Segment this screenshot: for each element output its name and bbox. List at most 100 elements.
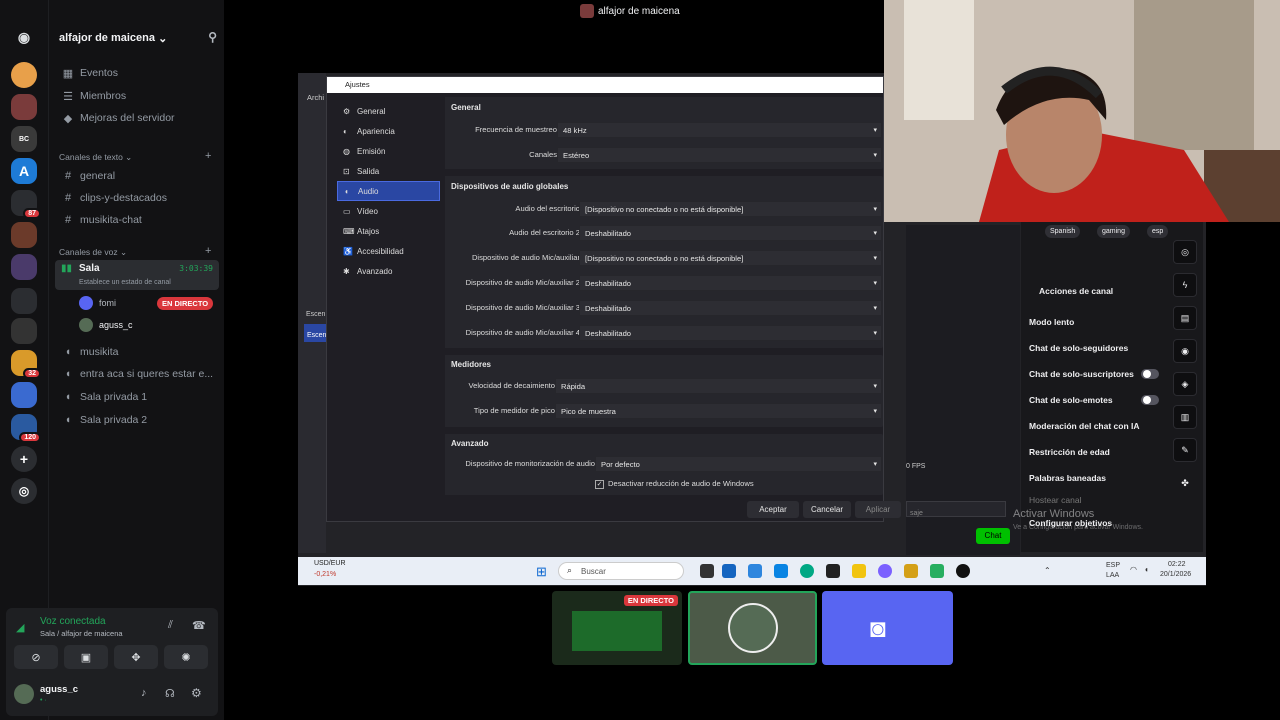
voice-location[interactable]: Sala / alfajor de maicena	[40, 629, 123, 638]
server-icon-2[interactable]	[11, 94, 37, 120]
chat-message-input[interactable]: saje	[906, 501, 1006, 517]
folder-icon[interactable]	[852, 564, 866, 578]
user-tile-aguss[interactable]	[688, 591, 817, 665]
nav-video[interactable]: ▭ Vídeo	[337, 201, 440, 221]
stream-thumbnail[interactable]: EN DIRECTO	[552, 591, 682, 665]
nav-appearance[interactable]: ◐ Apariencia	[337, 121, 440, 141]
mic-3-select[interactable]: Deshabilitado ▾	[579, 300, 882, 316]
volume-icon[interactable]: ◖	[1144, 565, 1149, 574]
server-icon-a[interactable]: A	[11, 158, 37, 184]
obs-icon[interactable]	[956, 564, 970, 578]
server-icon-6[interactable]	[11, 222, 37, 248]
server-icon-bcon[interactable]: BC	[11, 126, 37, 152]
tag-esp[interactable]: esp	[1147, 225, 1169, 238]
mic-4-select[interactable]: Deshabilitado ▾	[579, 325, 882, 341]
broadcast-icon[interactable]: ◈	[1173, 372, 1197, 396]
taskbar-app-8[interactable]	[878, 564, 892, 578]
taskbar-search[interactable]: ⌕ Buscar	[558, 562, 684, 580]
screen-share-button[interactable]: ▣	[64, 645, 108, 669]
discord-tile[interactable]: ◙	[822, 591, 953, 665]
mic-icon[interactable]: ♪	[141, 687, 147, 699]
nav-audio[interactable]: ◖ Audio	[337, 181, 440, 201]
nav-accessibility[interactable]: ♿ Accesibilidad	[337, 241, 440, 261]
action-banned-words[interactable]: Palabras baneadas	[1029, 473, 1106, 483]
server-header[interactable]: alfajor de maicena ⌄ ⚲	[49, 24, 225, 52]
action-emotes-only[interactable]: Chat de solo-emotes	[1029, 395, 1113, 405]
server-icon-9[interactable]	[11, 318, 37, 344]
taskbar-app-3[interactable]	[748, 564, 762, 578]
channel-musikita-chat[interactable]: # musikita-chat	[49, 209, 225, 231]
lang-indicator[interactable]: ESP	[1106, 562, 1120, 569]
notes-icon[interactable]: ▤	[1173, 306, 1197, 330]
taskbar-app-4[interactable]	[774, 564, 788, 578]
sample-rate-select[interactable]: 48 kHz ▾	[557, 122, 882, 138]
desktop-audio-2-select[interactable]: Deshabilitado ▾	[579, 225, 882, 241]
taskbar-app-2[interactable]	[722, 564, 736, 578]
action-subscribers-only[interactable]: Chat de solo-suscriptores	[1029, 369, 1134, 379]
add-voice-channel-icon[interactable]: +	[205, 245, 211, 257]
voice-channel-sala[interactable]: ▮▮ Sala 3:03:39 Establece un estado de c…	[55, 260, 219, 290]
soundboard-button[interactable]: ✺	[164, 645, 208, 669]
voice-user-fomi[interactable]: fomi	[79, 293, 116, 313]
edge-icon[interactable]	[800, 564, 814, 578]
windows-start-icon[interactable]: ⊞	[536, 564, 547, 580]
scene-item[interactable]: Escen	[304, 324, 326, 342]
taskbar-app-10[interactable]	[930, 564, 944, 578]
server-icon-10[interactable]: 32	[11, 350, 41, 379]
user-avatar[interactable]	[14, 684, 34, 704]
chat-bubble-icon[interactable]: ◉	[1173, 339, 1197, 363]
server-icon-7[interactable]	[11, 254, 37, 280]
nav-advanced[interactable]: ✱ Avanzado	[337, 261, 440, 281]
settings-gear-icon[interactable]: ⚙	[191, 686, 202, 700]
ducking-checkbox-row[interactable]: ✓ Desactivar reducción de audio de Window…	[595, 479, 754, 489]
checkbox-checked-icon[interactable]: ✓	[595, 480, 604, 489]
subscribers-only-toggle[interactable]	[1141, 369, 1159, 379]
channel-clips[interactable]: # clips-y-destacados	[49, 187, 225, 209]
explore-icon[interactable]: ◎	[11, 478, 37, 504]
chat-button[interactable]: Chat	[976, 528, 1010, 544]
taskbar-app-9[interactable]	[904, 564, 918, 578]
voice-channel-privada-2[interactable]: ◖ Sala privada 2	[49, 409, 225, 431]
panel-icon[interactable]: ▥	[1173, 405, 1197, 429]
server-icon-5[interactable]: 87	[11, 190, 41, 219]
decay-select[interactable]: Rápida ▾	[555, 378, 882, 394]
mic-select[interactable]: [Dispositivo no conectado o no está disp…	[579, 250, 882, 266]
voice-user-aguss[interactable]: aguss_c	[79, 315, 133, 335]
noise-suppression-icon[interactable]: ⫽	[168, 619, 173, 632]
desktop-audio-select[interactable]: [Dispositivo no conectado o no está disp…	[579, 201, 882, 217]
headphones-icon[interactable]: ☊	[165, 687, 175, 700]
channel-boosts[interactable]: ◆ Mejoras del servidor	[49, 107, 225, 129]
add-member-icon[interactable]: ⚲	[208, 30, 217, 44]
action-host[interactable]: Hostear canal	[1029, 495, 1081, 505]
voice-channel-privada-1[interactable]: ◖ Sala privada 1	[49, 386, 225, 408]
disconnect-icon[interactable]: ☎	[192, 619, 206, 632]
server-icon-bread[interactable]	[11, 62, 37, 88]
emotes-only-toggle[interactable]	[1141, 395, 1159, 405]
voice-channel-musikita[interactable]: ◖ musikita	[49, 341, 225, 363]
cancel-button[interactable]: Cancelar	[803, 501, 851, 518]
tag-gaming[interactable]: gaming	[1097, 225, 1130, 238]
server-icon-12[interactable]: 120	[11, 414, 41, 443]
apply-button[interactable]: Aplicar	[855, 501, 901, 518]
channel-members[interactable]: ☰ Miembros	[49, 85, 225, 107]
voice-channel-entra[interactable]: ◖ entra aca si queres estar e...	[49, 363, 225, 385]
clip-icon[interactable]: ◎	[1173, 240, 1197, 264]
server-icon-8[interactable]	[11, 288, 37, 314]
wrench-icon[interactable]: ✎	[1173, 438, 1197, 462]
nav-hotkeys[interactable]: ⌨ Atajos	[337, 221, 440, 241]
action-followers-only[interactable]: Chat de solo-seguidores	[1029, 343, 1128, 353]
nav-stream[interactable]: ◍ Emisión	[337, 141, 440, 161]
nav-general[interactable]: ⚙ General	[337, 101, 440, 121]
lightning-icon[interactable]: ϟ	[1173, 273, 1197, 297]
mic-2-select[interactable]: Deshabilitado ▾	[579, 275, 882, 291]
channel-status[interactable]: Establece un estado de canal	[79, 279, 171, 286]
peak-meter-select[interactable]: Pico de muestra ▾	[555, 403, 882, 419]
text-category[interactable]: Canales de texto ⌄ +	[59, 150, 219, 163]
discord-home-icon[interactable]: ◉	[11, 24, 37, 50]
add-server-icon[interactable]: +	[11, 446, 37, 472]
action-slow-mode[interactable]: Modo lento	[1029, 317, 1074, 327]
more-icon[interactable]: ✤	[1173, 471, 1197, 495]
voice-category[interactable]: Canales de voz ⌄ +	[59, 245, 219, 258]
tag-spanish[interactable]: Spanish	[1045, 225, 1081, 238]
server-icon-11[interactable]	[11, 382, 37, 408]
